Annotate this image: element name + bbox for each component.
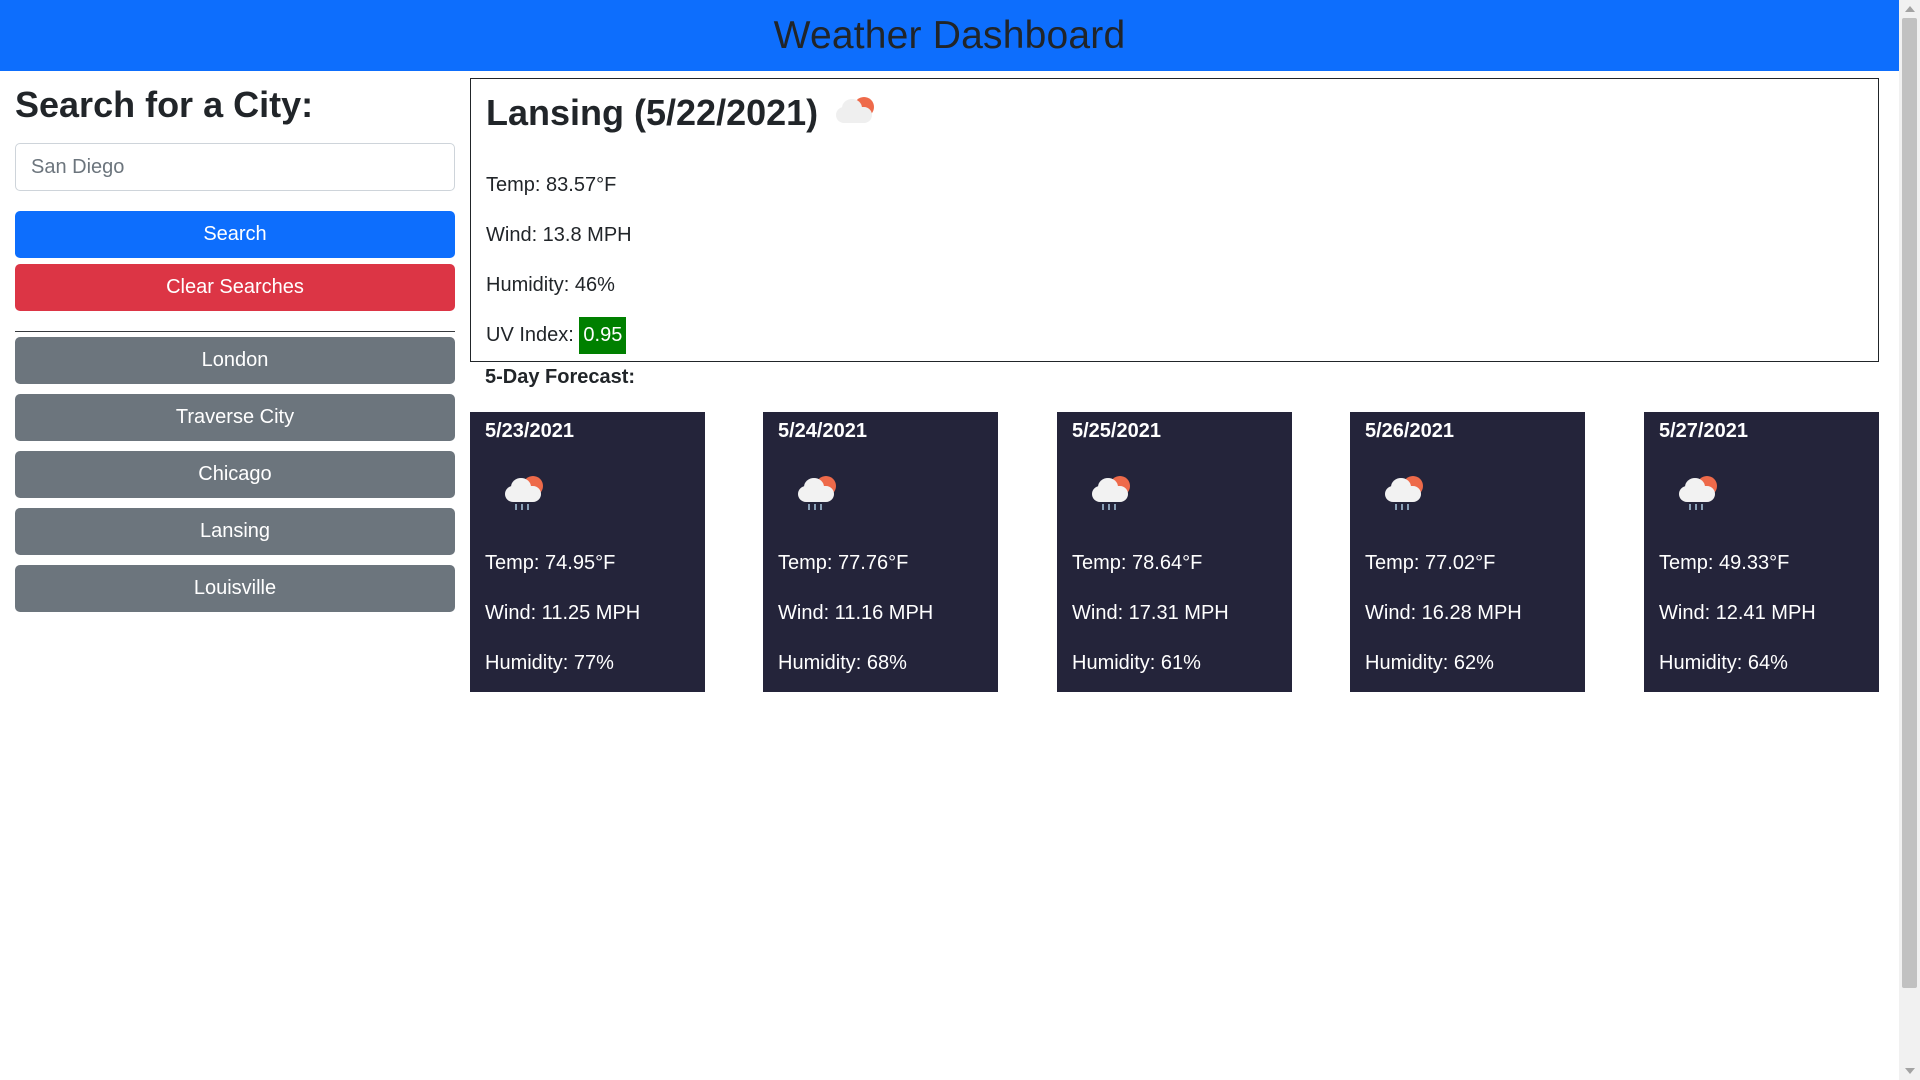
page: Weather Dashboard Search for a City: Sea… [0,0,1920,1080]
current-uv-row: UV Index: 0.95 [486,310,1863,360]
forecast-date: 5/24/2021 [778,420,867,442]
rain-cloud-sun-icon [1086,470,1134,514]
current-temp: Temp: 83.57°F [486,174,617,196]
rain-cloud-sun-icon [792,470,840,514]
forecast-temp: Temp: 78.64°F [1072,552,1203,574]
forecast-temp: Temp: 74.95°F [485,552,616,574]
forecast-wind: Wind: 11.16 MPH [778,602,934,624]
forecast-card: 5/24/2021 Temp: 77.76°F Wind: 11.16 MPH … [763,412,998,692]
clear-searches-button[interactable]: Clear Searches [15,264,455,311]
current-city-title: Lansing (5/22/2021) [486,92,819,133]
forecast-date: 5/25/2021 [1072,420,1161,442]
current-weather-panel: Lansing (5/22/2021) Temp: 83.57°F Wind: … [470,78,1879,362]
forecast-date: 5/27/2021 [1659,420,1748,442]
forecast-card: 5/25/2021 Temp: 78.64°F Wind: 17.31 MPH … [1057,412,1292,692]
forecast-card: 5/27/2021 Temp: 49.33°F Wind: 12.41 MPH … [1644,412,1879,692]
scrollbar-thumb[interactable] [1902,18,1917,988]
forecast-humidity: Humidity: 68% [778,652,907,674]
current-humidity: Humidity: 46% [486,274,615,296]
search-history-list: London Traverse City Chicago Lansing Lou… [15,337,455,612]
forecast-humidity: Humidity: 61% [1072,652,1201,674]
forecast-temp: Temp: 77.76°F [778,552,909,574]
rain-cloud-sun-icon [1379,470,1427,514]
search-sidebar: Search for a City: Search Clear Searches… [15,82,455,622]
forecast-date: 5/23/2021 [485,420,574,442]
current-wind: Wind: 13.8 MPH [486,224,632,246]
uv-index-label: UV Index: [486,324,574,346]
forecast-humidity: Humidity: 77% [485,652,614,674]
page-title: Weather Dashboard [773,13,1126,57]
forecast-cards: 5/23/2021 Temp: 74.95°F Wind: 11.25 MPH … [470,412,1879,692]
rain-cloud-sun-icon [499,470,547,514]
forecast-card: 5/26/2021 Temp: 77.02°F Wind: 16.28 MPH … [1350,412,1585,692]
forecast-date: 5/26/2021 [1365,420,1454,442]
forecast-temp: Temp: 77.02°F [1365,552,1496,574]
forecast-humidity: Humidity: 62% [1365,652,1494,674]
scroll-up-arrow-icon[interactable] [1905,6,1915,12]
city-search-input[interactable] [15,143,455,191]
history-button-lansing[interactable]: Lansing [15,508,455,555]
forecast-wind: Wind: 16.28 MPH [1365,602,1522,624]
vertical-scrollbar[interactable] [1899,0,1920,1080]
divider [15,331,455,332]
forecast-card: 5/23/2021 Temp: 74.95°F Wind: 11.25 MPH … [470,412,705,692]
forecast-wind: Wind: 11.25 MPH [485,602,641,624]
search-button[interactable]: Search [15,211,455,258]
forecast-wind: Wind: 17.31 MPH [1072,602,1229,624]
history-button-traverse-city[interactable]: Traverse City [15,394,455,441]
uv-index-badge: 0.95 [579,317,627,355]
search-heading: Search for a City: [15,84,314,125]
history-button-london[interactable]: London [15,337,455,384]
forecast-humidity: Humidity: 64% [1659,652,1788,674]
rain-cloud-sun-icon [1673,470,1721,514]
forecast-wind: Wind: 12.41 MPH [1659,602,1816,624]
partly-cloudy-icon [830,91,878,135]
scroll-down-arrow-icon[interactable] [1905,1068,1915,1074]
current-weather-header: Lansing (5/22/2021) [486,87,1863,139]
history-button-chicago[interactable]: Chicago [15,451,455,498]
forecast-temp: Temp: 49.33°F [1659,552,1790,574]
forecast-heading: 5-Day Forecast: [485,366,636,388]
app-header: Weather Dashboard [0,0,1899,71]
history-button-louisville[interactable]: Louisville [15,565,455,612]
